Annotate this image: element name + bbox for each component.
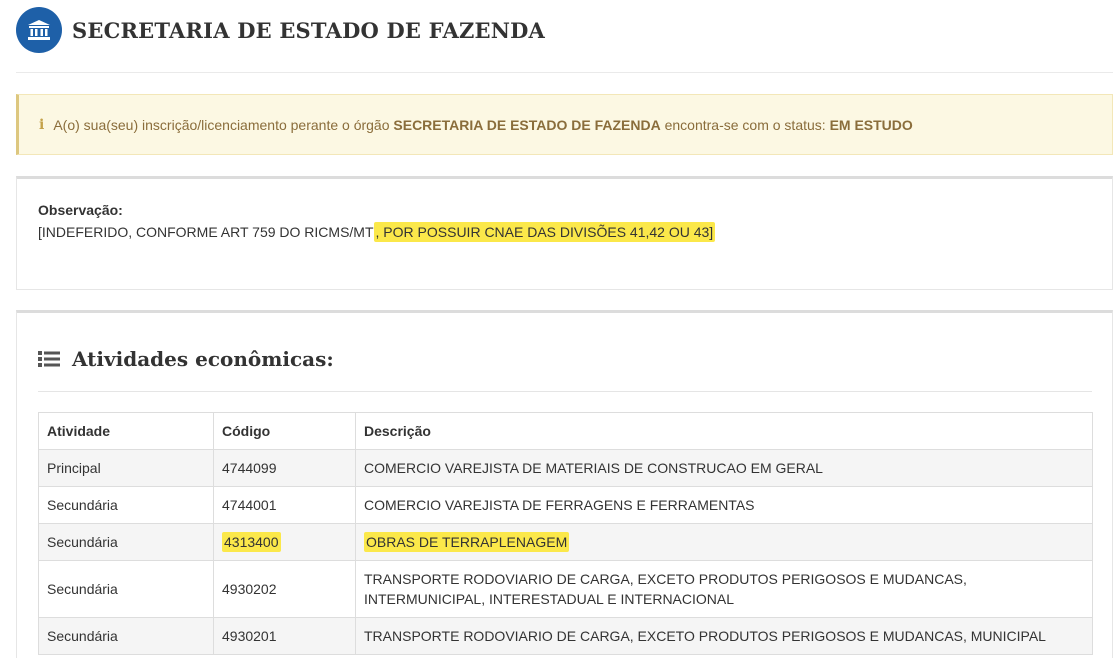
cell-descricao-highlighted: OBRAS DE TERRAPLENAGEM xyxy=(364,532,570,552)
cell-descricao: COMERCIO VAREJISTA DE MATERIAIS DE CONST… xyxy=(355,449,1093,487)
activities-divider xyxy=(38,391,1092,392)
cell-atividade: Secundária xyxy=(38,560,214,618)
page-header: SECRETARIA DE ESTADO DE FAZENDA xyxy=(16,7,545,53)
cell-atividade: Principal xyxy=(38,449,214,487)
cell-atividade: Secundária xyxy=(38,486,214,524)
alert-text-before: A(o) sua(seu) inscrição/licenciamento pe… xyxy=(53,116,394,133)
observation-text: [INDEFERIDO, CONFORME ART 759 DO RICMS/M… xyxy=(38,222,1112,242)
column-header-atividade: Atividade xyxy=(38,412,214,450)
cell-descricao: TRANSPORTE RODOVIARIO DE CARGA, EXCETO P… xyxy=(355,617,1093,655)
cell-descricao: TRANSPORTE RODOVIARIO DE CARGA, EXCETO P… xyxy=(355,560,1093,618)
table-row: Secundária 4930202 TRANSPORTE RODOVIARIO… xyxy=(38,560,1093,618)
alert-status: EM ESTUDO xyxy=(829,116,913,133)
alert-org-name: SECRETARIA DE ESTADO DE FAZENDA xyxy=(393,116,661,133)
page-title: SECRETARIA DE ESTADO DE FAZENDA xyxy=(72,17,546,43)
column-header-descricao: Descrição xyxy=(355,412,1093,450)
table-header-row: Atividade Código Descrição xyxy=(38,412,1093,450)
table-row: Principal 4744099 COMERCIO VAREJISTA DE … xyxy=(38,449,1093,487)
cell-atividade: Secundária xyxy=(38,523,214,561)
cell-codigo-highlighted: 4313400 xyxy=(222,532,281,552)
cell-descricao: COMERCIO VAREJISTA DE FERRAGENS E FERRAM… xyxy=(355,486,1093,524)
activities-panel: Atividades econômicas: Atividade Código … xyxy=(16,310,1113,658)
cell-descricao: OBRAS DE TERRAPLENAGEM xyxy=(355,523,1093,561)
table-row: Secundária 4744001 COMERCIO VAREJISTA DE… xyxy=(38,486,1093,524)
activities-title: Atividades econômicas: xyxy=(72,347,334,371)
observation-label: Observação: xyxy=(38,202,123,218)
observation-panel: Observação: [INDEFERIDO, CONFORME ART 75… xyxy=(16,176,1113,290)
status-alert: i A(o) sua(seu) inscrição/licenciamento … xyxy=(16,94,1113,155)
cell-codigo: 4930202 xyxy=(213,560,356,618)
activities-header: Atividades econômicas: xyxy=(38,335,1092,383)
institution-icon xyxy=(16,7,62,53)
info-icon: i xyxy=(39,116,45,133)
cell-codigo: 4744001 xyxy=(213,486,356,524)
cell-codigo: 4930201 xyxy=(213,617,356,655)
header-divider xyxy=(16,72,1113,73)
table-row: Secundária 4930201 TRANSPORTE RODOVIARIO… xyxy=(38,617,1093,655)
activities-table: Atividade Código Descrição Principal 474… xyxy=(38,412,1093,655)
alert-text-middle: encontra-se com o status: xyxy=(660,116,830,133)
cell-atividade: Secundária xyxy=(38,617,214,655)
cell-codigo: 4313400 xyxy=(213,523,356,561)
list-icon xyxy=(38,351,60,367)
cell-codigo: 4744099 xyxy=(213,449,356,487)
column-header-codigo: Código xyxy=(213,412,356,450)
observation-text-plain: [INDEFERIDO, CONFORME ART 759 DO RICMS/M… xyxy=(38,224,374,240)
table-row: Secundária 4313400 OBRAS DE TERRAPLENAGE… xyxy=(38,523,1093,561)
observation-text-highlighted: , POR POSSUIR CNAE DAS DIVISÕES 41,42 OU… xyxy=(373,222,716,242)
